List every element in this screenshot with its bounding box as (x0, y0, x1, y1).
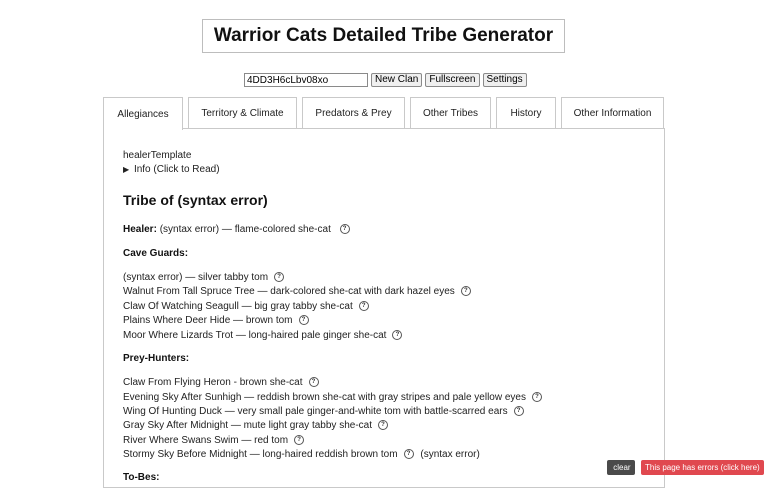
cat-entry: Walnut From Tall Spruce Tree — dark-colo… (123, 286, 455, 297)
question-circle-icon[interactable]: ? (358, 301, 369, 312)
list-item: River Where Swans Swim — red tom? (123, 435, 305, 446)
question-circle-icon[interactable]: ? (339, 224, 350, 235)
question-circle-icon[interactable]: ? (308, 377, 319, 388)
list-item: Walnut From Tall Spruce Tree — dark-colo… (123, 286, 471, 297)
toolbar: New Clan Fullscreen Settings (244, 73, 527, 87)
list-item: Plains Where Deer Hide — brown tom? (123, 315, 309, 326)
list-item: Claw Of Watching Seagull — big gray tabb… (123, 301, 369, 312)
question-circle-icon[interactable]: ? (378, 420, 388, 431)
prey-hunters-heading: Prey-Hunters: (123, 353, 190, 364)
tab-label: History (510, 108, 542, 119)
cave-guards-heading: Cave Guards: (123, 248, 189, 259)
tab-other-information[interactable]: Other Information (561, 97, 664, 129)
list-item: Claw From Flying Heron - brown she-cat? (123, 377, 319, 388)
tab-history[interactable]: History (496, 97, 556, 129)
to-bes-heading: To-Bes: (123, 472, 160, 483)
fullscreen-button[interactable]: Fullscreen (425, 73, 480, 87)
cat-entry: Wing Of Hunting Duck — very small pale g… (123, 406, 508, 417)
healer-label: Healer: (123, 224, 157, 235)
cat-entry: Plains Where Deer Hide — brown tom (123, 315, 293, 326)
info-label: Info (Click to Read) (133, 164, 220, 175)
question-circle-icon[interactable]: ? (403, 449, 414, 460)
tab-label: Other Information (573, 108, 652, 119)
settings-button[interactable]: Settings (482, 73, 527, 87)
tab-label: Allegiances (117, 108, 169, 120)
healer-text: (syntax error) — flame-colored she-cat (159, 224, 331, 235)
new-clan-button[interactable]: New Clan (371, 73, 423, 87)
question-circle-icon[interactable]: ? (274, 272, 285, 283)
tab-predators-prey[interactable]: Predators & Prey (302, 97, 405, 129)
page-title: Warrior Cats Detailed Tribe Generator (202, 19, 565, 53)
seed-input[interactable] (244, 73, 368, 87)
triangle-right-icon: ▶ (123, 165, 130, 174)
tab-territory-climate[interactable]: Territory & Climate (188, 97, 297, 129)
question-circle-icon[interactable]: ? (392, 330, 403, 341)
list-item: Moor Where Lizards Trot — long-haired pa… (123, 330, 403, 341)
tab-label: Other Tribes (422, 108, 479, 119)
list-item: Evening Sky After Sunhigh — reddish brow… (123, 392, 542, 403)
error-notice-button[interactable]: This page has errors (click here) (641, 460, 764, 475)
list-item: Wing Of Hunting Duck — very small pale g… (123, 406, 524, 417)
cat-entry: Moor Where Lizards Trot — long-haired pa… (123, 330, 387, 341)
question-circle-icon[interactable]: ? (460, 286, 471, 297)
question-circle-icon[interactable]: ? (298, 315, 309, 326)
question-circle-icon[interactable]: ? (532, 392, 542, 403)
healer-line: Healer: (syntax error) — flame-colored s… (123, 224, 350, 235)
list-item: Stormy Sky Before Midnight — long-haired… (123, 449, 480, 460)
info-disclosure[interactable]: ▶ Info (Click to Read) (123, 164, 220, 175)
question-circle-icon[interactable]: ? (513, 406, 524, 417)
tab-label: Predators & Prey (315, 108, 392, 119)
list-item: Gray Sky After Midnight — mute light gra… (123, 420, 388, 431)
error-text: (syntax error) (420, 449, 480, 460)
tab-other-tribes[interactable]: Other Tribes (410, 97, 491, 129)
cat-entry: Evening Sky After Sunhigh — reddish brow… (123, 392, 526, 403)
question-circle-icon[interactable]: ? (294, 435, 305, 446)
cat-entry: Stormy Sky Before Midnight — long-haired… (123, 449, 398, 460)
cat-entry: Claw Of Watching Seagull — big gray tabb… (123, 301, 353, 312)
cat-entry: Gray Sky After Midnight — mute light gra… (123, 420, 372, 431)
cat-entry: (syntax error) — silver tabby tom (123, 272, 269, 283)
tab-label: Territory & Climate (201, 108, 284, 119)
clear-button[interactable]: clear (607, 460, 635, 475)
cat-entry: River Where Swans Swim — red tom (123, 435, 289, 446)
tab-allegiances[interactable]: Allegiances (103, 97, 183, 130)
template-name: healerTemplate (123, 150, 192, 161)
tribe-title: Tribe of (syntax error) (123, 192, 268, 208)
cat-entry: Claw From Flying Heron - brown she-cat (123, 377, 303, 388)
list-item: (syntax error) — silver tabby tom? (123, 272, 285, 283)
